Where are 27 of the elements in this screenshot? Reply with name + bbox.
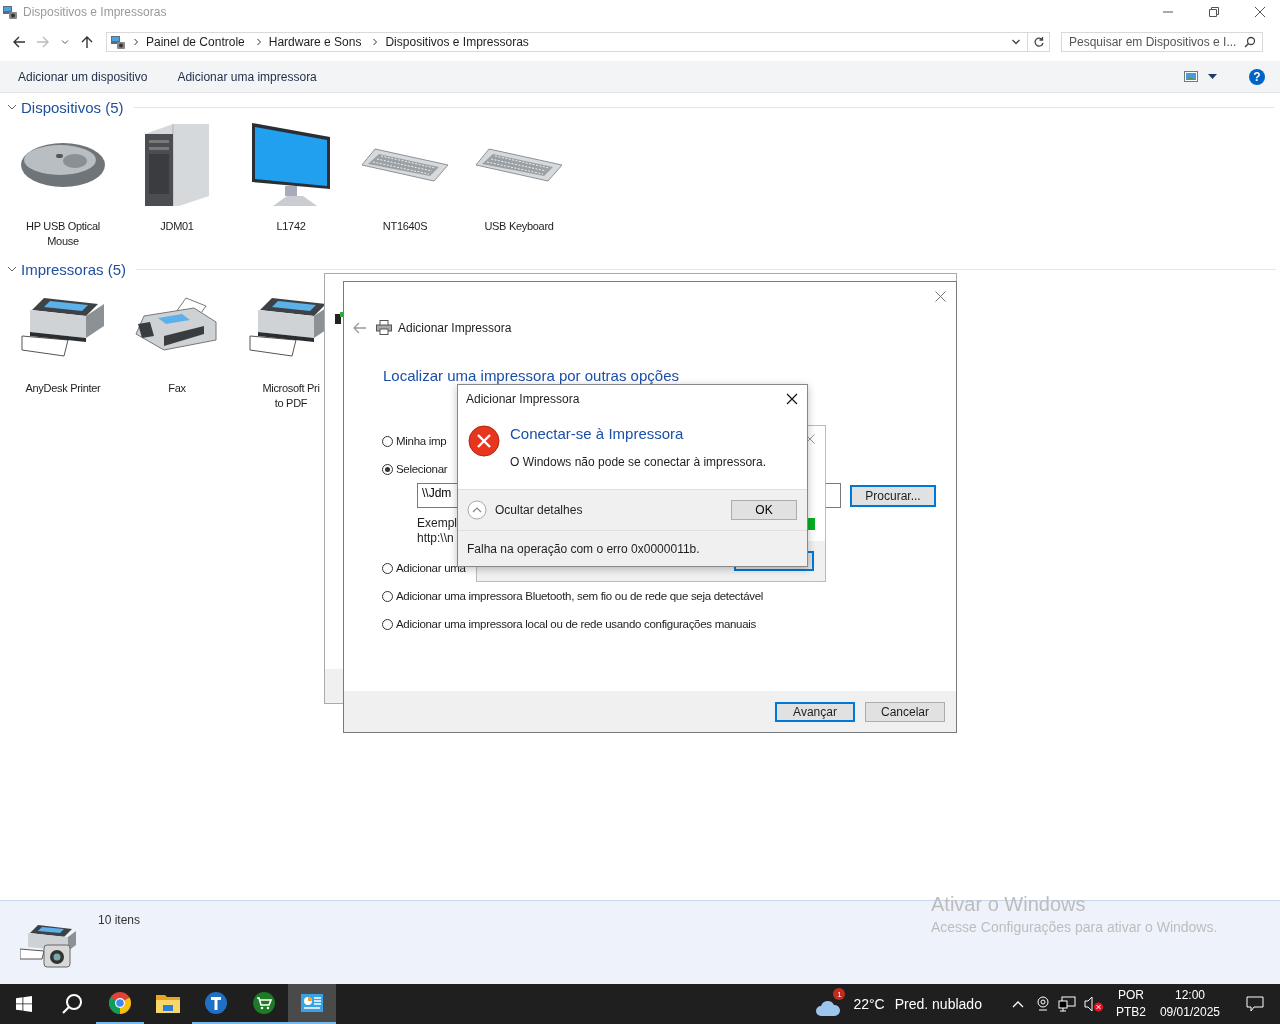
error-message: O Windows não pode se conectar à impressora. <box>510 455 767 469</box>
window-title: Dispositivos e Impressoras <box>23 5 167 19</box>
dialog-title: Adicionar Impressora <box>466 392 580 406</box>
activation-text: Acesse Configurações para ativar o Windows. <box>931 919 1218 935</box>
device-label: Microsoft Pri <box>262 381 320 396</box>
example-text: Exempl <box>417 516 458 531</box>
language-code: POR <box>1117 987 1144 1004</box>
device-label: to PDF <box>274 396 308 411</box>
language-code: PTB2 <box>1115 1004 1146 1021</box>
device-label: JDM01 <box>160 219 194 234</box>
dialog-heading: Localizar uma impressora por outras opções <box>382 366 680 384</box>
item-count: 10 itens <box>98 913 141 927</box>
device-label: Fax <box>168 381 186 396</box>
dialog-title: Adicionar Impressora <box>398 320 512 335</box>
date: 09/01/2025 <box>1159 1004 1220 1021</box>
device-label: USB Keyboard <box>484 219 554 234</box>
device-label: Mouse <box>47 234 79 249</box>
error-details: Falha na operação com o erro 0x0000011b. <box>467 541 700 556</box>
device-label: HP USB Optical <box>26 219 100 234</box>
error-heading: Conectar-se à Impressora <box>510 425 685 442</box>
example-text: http:\\n <box>417 531 455 546</box>
device-label: AnyDesk Printer <box>25 381 101 396</box>
activation-title: Ativar o Windows <box>931 893 1087 916</box>
notification-badge: 1 <box>833 988 846 1000</box>
device-label: NT1640S <box>382 219 428 234</box>
time: 12:00 <box>1174 987 1205 1004</box>
device-label: L1742 <box>276 219 306 234</box>
